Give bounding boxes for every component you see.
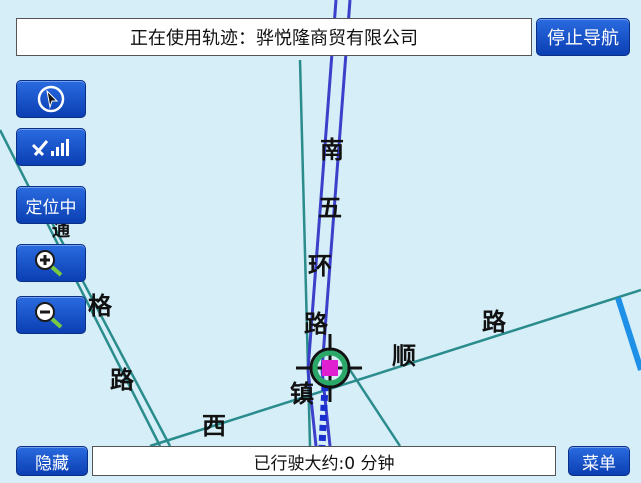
map-label: 通 [52, 220, 70, 241]
compass-button[interactable] [16, 80, 86, 118]
compass-arrow-icon [37, 85, 65, 113]
menu-button[interactable]: 菜单 [568, 446, 630, 476]
zoom-in-button[interactable] [16, 244, 86, 282]
map-label: 西 [202, 411, 226, 440]
map-label: 格 [88, 291, 112, 320]
track-status-label: 正在使用轨迹：骅悦隆商贸有限公司 [16, 18, 532, 56]
map-label: 南 [320, 135, 344, 164]
map-canvas[interactable] [0, 0, 641, 483]
map-label: 路 [482, 307, 506, 336]
map-label: 路 [304, 309, 328, 338]
locating-button[interactable]: 定位中 [16, 186, 86, 224]
zoom-out-button[interactable] [16, 296, 86, 334]
map-label: 顺 [392, 341, 416, 370]
map-label: 五 [318, 193, 342, 222]
map-label: 环 [308, 251, 332, 280]
gps-signal-button[interactable] [16, 128, 86, 166]
stop-navigation-button[interactable]: 停止导航 [536, 18, 630, 56]
bottom-bar: 隐藏 已行驶大约:0 分钟 菜单 [16, 446, 630, 476]
satellite-signal-icon [31, 139, 69, 157]
zoom-in-icon [35, 250, 63, 277]
travel-time-status: 已行驶大约:0 分钟 [92, 446, 556, 476]
map-label: 镇 [290, 379, 314, 408]
top-bar: 正在使用轨迹：骅悦隆商贸有限公司 停止导航 [16, 18, 630, 58]
zoom-out-icon [35, 302, 63, 329]
hide-button[interactable]: 隐藏 [16, 446, 88, 476]
map-label: 路 [110, 365, 134, 394]
